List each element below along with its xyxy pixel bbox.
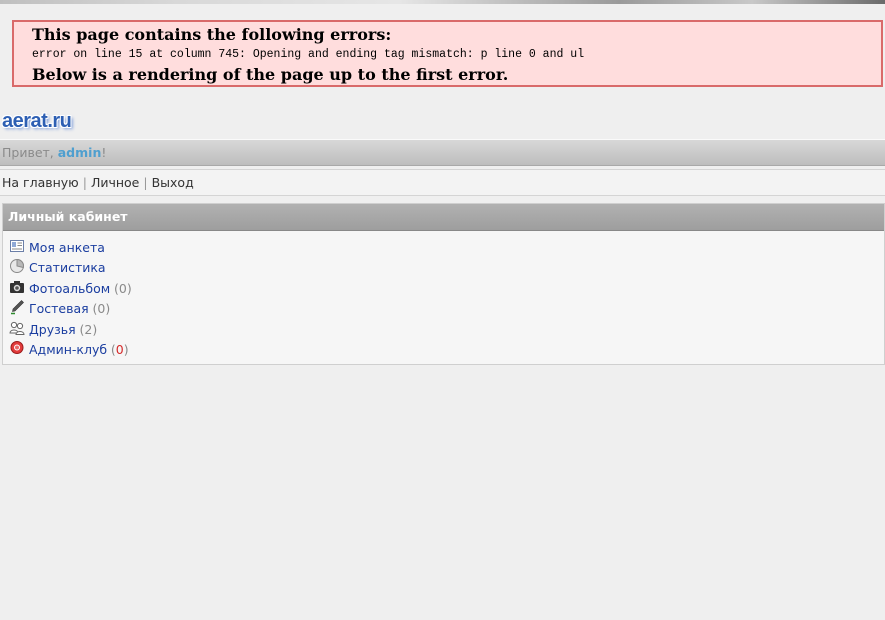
guestbook-count: (0) — [92, 301, 111, 317]
username-link[interactable]: admin — [58, 145, 102, 160]
nav-logout-link[interactable]: Выход — [152, 175, 194, 190]
cabinet-link-photos[interactable]: Фотоальбом — [29, 281, 110, 296]
pie-chart-icon — [9, 258, 25, 274]
panel-title: Личный кабинет — [3, 204, 884, 231]
nav-personal-link[interactable]: Личное — [91, 175, 139, 190]
nav-separator: | — [143, 175, 148, 190]
error-heading: This page contains the following errors: — [32, 25, 392, 44]
error-rendering-note: Below is a rendering of the page up to t… — [32, 65, 509, 84]
cabinet-item-admin-club: Админ-клуб (0) — [9, 340, 884, 360]
pen-icon — [9, 299, 25, 315]
friends-icon — [9, 320, 25, 336]
cabinet-item-stats: Статистика — [9, 258, 884, 278]
photos-count: (0) — [113, 280, 132, 296]
personal-cabinet-panel: Личный кабинет Моя анкета Статистика Фот… — [2, 203, 885, 365]
cabinet-link-friends[interactable]: Друзья — [29, 322, 76, 337]
cabinet-menu: Моя анкета Статистика Фотоальбом (0) Гос… — [3, 231, 884, 360]
cabinet-link-profile[interactable]: Моя анкета — [29, 240, 105, 255]
nav-home-link[interactable]: На главную — [2, 175, 79, 190]
xml-parser-error-box: This page contains the following errors:… — [12, 20, 883, 87]
red-circle-icon — [9, 340, 25, 356]
greeting-prefix: Привет, — [2, 145, 58, 160]
nav-separator: | — [82, 175, 87, 190]
cabinet-item-profile: Моя анкета — [9, 238, 884, 258]
friends-count: (2) — [79, 321, 98, 337]
cabinet-link-guestbook[interactable]: Гостевая — [29, 301, 89, 316]
site-logo[interactable]: aerat.ru — [2, 110, 72, 133]
cabinet-item-guestbook: Гостевая (0) — [9, 299, 884, 319]
greeting-suffix: ! — [101, 145, 107, 160]
camera-icon — [9, 279, 25, 295]
cabinet-link-stats[interactable]: Статистика — [29, 260, 106, 275]
cabinet-link-admin-club[interactable]: Админ-клуб — [29, 342, 107, 357]
cabinet-item-friends: Друзья (2) — [9, 320, 884, 340]
profile-card-icon — [9, 238, 25, 254]
greeting-bar: Привет, admin! — [0, 139, 885, 166]
cabinet-item-photos: Фотоальбом (0) — [9, 279, 884, 299]
admin-club-count: (0) — [110, 341, 129, 357]
top-nav: На главную | Личное | Выход — [0, 169, 885, 196]
browser-top-strip — [0, 0, 885, 4]
error-message: error on line 15 at column 745: Opening … — [32, 48, 585, 61]
